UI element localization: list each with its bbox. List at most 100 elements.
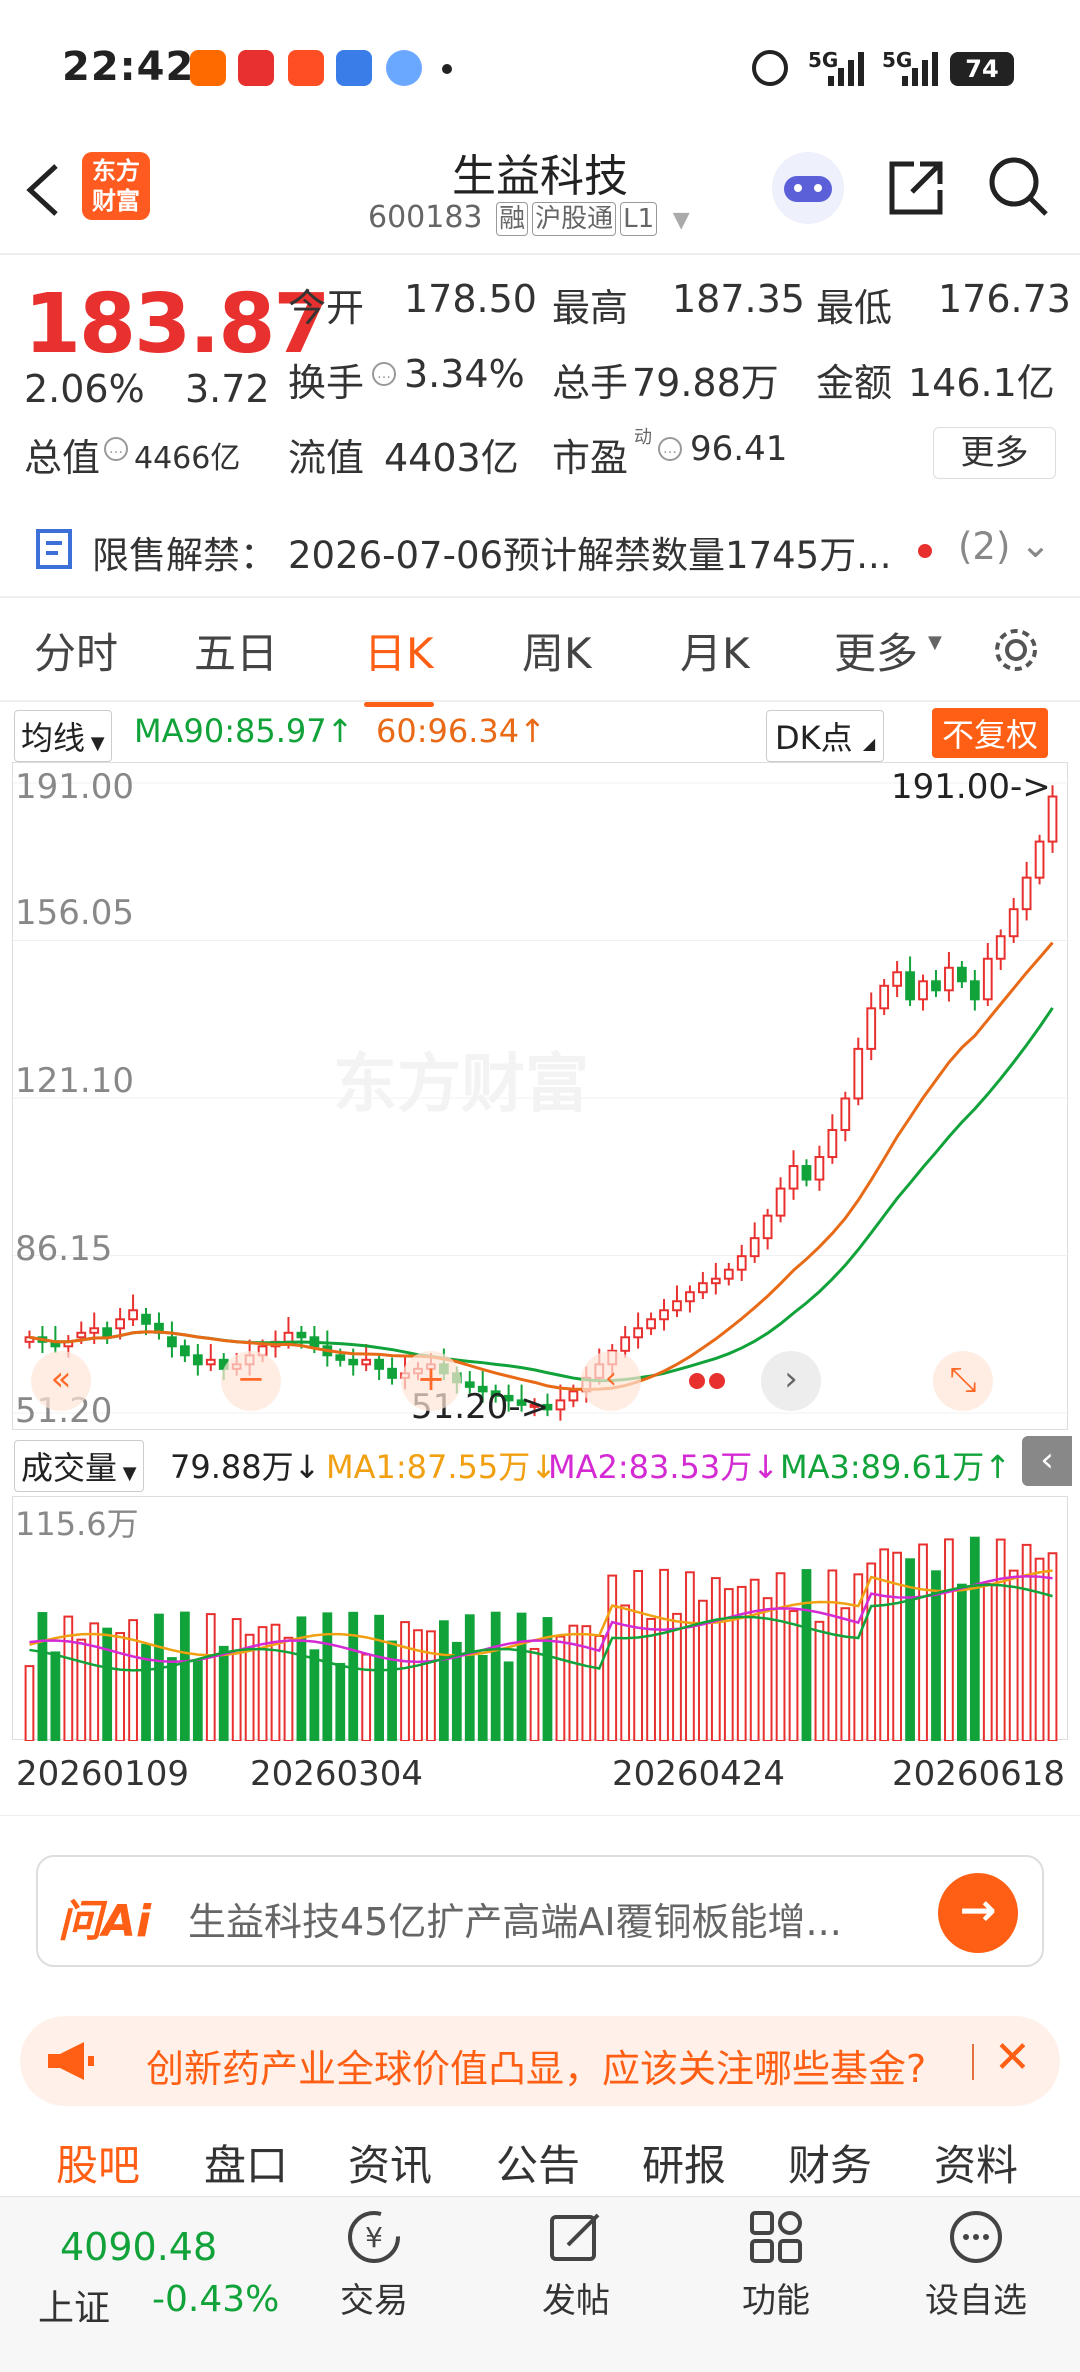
gear-icon[interactable] — [990, 624, 1042, 676]
tab-news[interactable]: 资讯 — [348, 2132, 432, 2193]
zoom-out-button[interactable]: − — [221, 1351, 281, 1411]
candle — [995, 935, 1006, 960]
volume-bar — [1047, 1552, 1058, 1741]
draw-tool-button[interactable]: ‹ — [581, 1351, 641, 1411]
promo-banner[interactable]: 创新药产业全球价值凸显，应该关注哪些基金? ✕ — [20, 2016, 1060, 2106]
ma-selector[interactable]: 均线 ▼ — [14, 710, 112, 762]
candle — [555, 1399, 566, 1411]
indicator-dots-button[interactable] — [689, 1373, 729, 1391]
volume-bar — [413, 1629, 423, 1741]
tab-daily-k[interactable]: 日K — [364, 620, 434, 707]
volume-bar — [840, 1607, 851, 1741]
index-ticker[interactable]: 4090.48 上证 -0.43% — [0, 2197, 300, 2372]
info-icon[interactable]: … — [104, 437, 128, 461]
float-label: 流值 — [288, 436, 365, 480]
candle — [128, 1309, 138, 1321]
ask-ai-bar[interactable]: 问Ai 生益科技45亿扩产高端AI覆铜板能增... → — [36, 1855, 1044, 1967]
more-button[interactable]: 更多 — [933, 427, 1056, 479]
tab-more[interactable]: 更多 — [834, 620, 918, 681]
candle — [296, 1331, 307, 1339]
adjust-button[interactable]: 不复权 — [932, 708, 1049, 758]
volume-bar — [24, 1665, 35, 1741]
tab-intraday[interactable]: 分时 — [34, 620, 118, 681]
tab-pankou[interactable]: 盘口 — [204, 2132, 288, 2193]
vol-ma2: MA2:83.53万↓ — [548, 1448, 780, 1486]
stock-code-row[interactable]: 600183 融沪股通 L1 ▼ — [368, 200, 690, 236]
tab-research[interactable]: 研报 — [642, 2132, 726, 2193]
unlock-notice[interactable]: 限售解禁： 2026-07-06预计解禁数量1745万... (2) ⌄ — [0, 505, 1080, 595]
volume-bar — [814, 1620, 825, 1741]
tab-weekly-k[interactable]: 周K — [522, 620, 592, 681]
app-icon-5 — [386, 50, 422, 86]
zoom-in-button[interactable]: + — [401, 1351, 461, 1411]
ma90-value: MA90:85.97↑ — [134, 712, 354, 750]
x-label-4: 20260618 — [892, 1754, 1066, 1794]
volume-selector[interactable]: 成交量 ▼ — [14, 1440, 144, 1492]
kline-chart[interactable]: 东方财富 191.00 156.05 121.10 86.15 51.20 19… — [12, 762, 1069, 1431]
candle — [853, 1047, 864, 1100]
candle — [736, 1255, 747, 1271]
volume-selector-label: 成交量 — [21, 1449, 118, 1487]
volume-bar — [1034, 1557, 1045, 1741]
chat-bubble-icon — [950, 2211, 1002, 2263]
candle — [335, 1354, 346, 1361]
dk-selector[interactable]: DK点 ◢ — [766, 710, 885, 762]
turnover-value: 3.34% — [404, 352, 525, 396]
volume-bar — [827, 1569, 838, 1741]
volume-bar — [1008, 1569, 1019, 1741]
notice-label: 限售解禁： — [92, 534, 277, 577]
candle — [179, 1345, 190, 1357]
collapse-panel-button[interactable]: ‹ — [1022, 1436, 1072, 1486]
expand-icon[interactable]: ⤡ — [933, 1351, 993, 1411]
tab-finance[interactable]: 财务 — [788, 2132, 872, 2193]
candle — [710, 1277, 721, 1285]
ma60-line — [29, 941, 1054, 1391]
status-bar: 22:42 5G 5G 74 — [0, 0, 1080, 130]
volume-bar — [918, 1543, 928, 1741]
search-icon[interactable] — [986, 154, 1052, 220]
info-icon[interactable]: … — [658, 437, 682, 461]
tab-guba[interactable]: 股吧 — [56, 2132, 140, 2193]
mktcap-value: 4466亿 — [134, 441, 241, 476]
scroll-left-button[interactable]: « — [31, 1351, 91, 1411]
robot-avatar-icon[interactable] — [772, 152, 844, 224]
candle — [866, 1007, 877, 1050]
tab-profile[interactable]: 资料 — [934, 2132, 1018, 2193]
vol-ma3: MA3:89.61万↑ — [780, 1448, 1012, 1486]
volume-bar — [607, 1574, 618, 1741]
candle — [749, 1237, 760, 1258]
stock-code: 600183 — [368, 200, 483, 235]
ask-ai-brand: 问Ai — [58, 1896, 152, 1947]
volume-bar — [995, 1538, 1006, 1741]
info-icon[interactable]: … — [372, 362, 396, 386]
volume-bar — [710, 1577, 721, 1741]
volume-bar — [944, 1538, 954, 1741]
volume-bar — [736, 1585, 747, 1741]
tag-margin: 融 — [496, 202, 529, 236]
volume-bar — [309, 1649, 320, 1741]
share-icon[interactable] — [884, 156, 948, 220]
stock-header: 东方 财富 生益科技 600183 融沪股通 L1 ▼ — [0, 130, 1080, 255]
divider — [972, 2044, 974, 2080]
close-icon[interactable]: ✕ — [994, 2032, 1031, 2083]
scroll-right-button[interactable]: › — [761, 1351, 821, 1411]
volume-bar — [723, 1588, 734, 1741]
volume-bar — [931, 1570, 941, 1741]
nav-add-watchlist-label: 设自选 — [925, 2281, 1027, 2321]
volume-bar — [102, 1627, 113, 1741]
volume-bar — [37, 1612, 48, 1741]
arrow-right-button[interactable]: → — [938, 1873, 1018, 1953]
candle — [659, 1309, 669, 1321]
volume-bar — [154, 1613, 164, 1741]
volume-chart[interactable]: 115.6万 — [12, 1496, 1068, 1741]
date-axis: 20260109 20260304 20260424 20260618 — [0, 1740, 1080, 1816]
tab-five-day[interactable]: 五日 — [194, 620, 278, 681]
candle — [1021, 876, 1032, 911]
candle — [620, 1336, 631, 1352]
tab-announcement[interactable]: 公告 — [496, 2132, 580, 2193]
tab-monthly-k[interactable]: 月K — [680, 620, 750, 681]
tag-connect: 沪股通 — [532, 202, 617, 236]
max-marker: 191.00-> — [891, 767, 1051, 807]
amount-value: 146.1亿 — [908, 361, 1055, 405]
volume-bar — [89, 1622, 100, 1741]
